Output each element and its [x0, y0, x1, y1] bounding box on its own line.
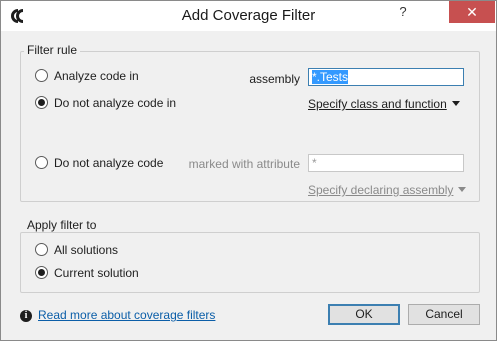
attribute-input-placeholder: *	[312, 156, 317, 170]
close-button[interactable]: ✕	[449, 1, 495, 23]
apply-filter-legend: Apply filter to	[24, 218, 100, 232]
dialog-window: Add Coverage Filter ? ✕ Filter rule Anal…	[0, 0, 497, 341]
radio-label: All solutions	[54, 243, 119, 257]
window-title: Add Coverage Filter	[181, 7, 316, 24]
close-icon: ✕	[466, 4, 478, 20]
radio-label: Analyze code in	[54, 69, 139, 83]
ok-button[interactable]: OK	[328, 304, 400, 325]
assembly-label: assembly	[249, 72, 300, 86]
radio-circle-checked	[35, 266, 48, 279]
radio-circle-checked	[35, 96, 48, 109]
read-more-link[interactable]: Read more about coverage filters	[38, 307, 215, 323]
radio-circle	[35, 69, 48, 82]
assembly-input-value: *.Tests	[312, 70, 349, 84]
specify-class-label: Specify class and function	[308, 97, 447, 111]
radio-label: Do not analyze code	[54, 156, 164, 170]
cancel-button[interactable]: Cancel	[408, 304, 480, 325]
title-bar: Add Coverage Filter ? ✕	[1, 1, 496, 31]
specify-declaring-assembly-dropdown[interactable]: Specify declaring assembly	[308, 182, 467, 198]
radio-label: Current solution	[54, 266, 139, 280]
radio-label: Do not analyze code in	[54, 96, 177, 110]
specify-class-and-function-dropdown[interactable]: Specify class and function	[308, 96, 460, 112]
specify-assembly-label: Specify declaring assembly	[308, 183, 454, 197]
filter-rule-legend: Filter rule	[24, 43, 81, 57]
attribute-label: marked with attribute	[188, 157, 300, 171]
help-button[interactable]: ?	[389, 1, 417, 23]
info-icon: i	[20, 310, 32, 322]
radio-dot	[38, 99, 45, 106]
chevron-down-icon	[458, 187, 467, 192]
assembly-input[interactable]: *.Tests	[308, 68, 464, 86]
chevron-down-icon	[451, 101, 460, 106]
radio-dot	[38, 269, 45, 276]
radio-circle	[35, 156, 48, 169]
radio-circle	[35, 243, 48, 256]
attribute-input[interactable]: *	[308, 154, 464, 172]
